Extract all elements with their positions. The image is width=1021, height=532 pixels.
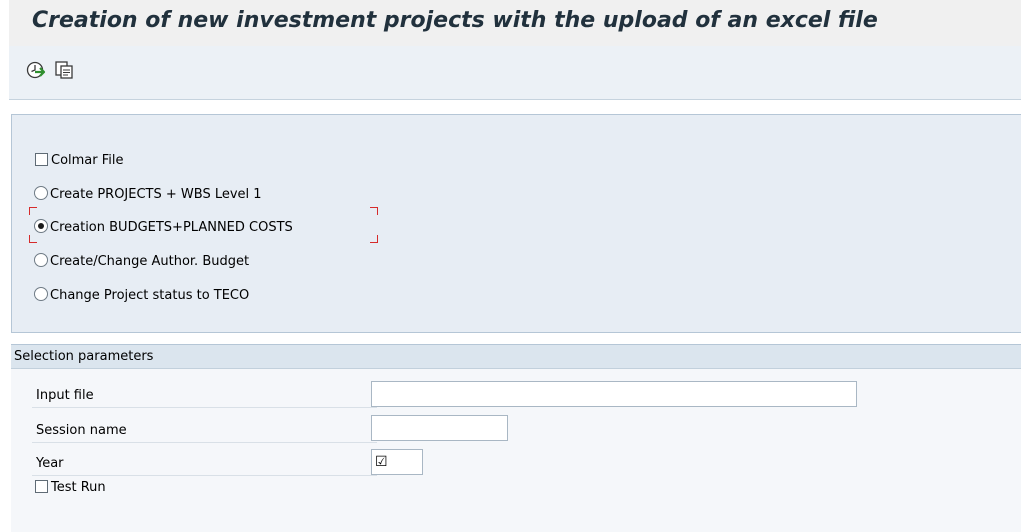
radio-circle-selected[interactable]	[34, 219, 48, 233]
checkbox-box[interactable]	[35, 480, 48, 493]
radio-creation-budgets[interactable]: Creation BUDGETS+PLANNED COSTS	[34, 217, 293, 239]
test-run-label: Test Run	[51, 480, 106, 495]
year-field[interactable]: ☑	[371, 449, 423, 475]
colmar-file-checkbox[interactable]: Colmar File	[35, 150, 124, 172]
radio-label: Change Project status to TECO	[50, 288, 250, 303]
radio-label: Create PROJECTS + WBS Level 1	[50, 187, 262, 202]
copy-variant-icon[interactable]	[53, 59, 75, 81]
focus-corner	[370, 235, 378, 243]
test-run-checkbox[interactable]: Test Run	[35, 475, 106, 501]
application-toolbar	[9, 46, 1021, 100]
radio-create-projects[interactable]: Create PROJECTS + WBS Level 1	[34, 184, 262, 206]
radio-label: Create/Change Author. Budget	[50, 254, 250, 269]
radio-circle[interactable]	[34, 287, 48, 301]
execute-clock-icon[interactable]	[25, 59, 47, 81]
title-bar: Creation of new investment projects with…	[9, 0, 1021, 46]
colmar-file-label: Colmar File	[51, 153, 124, 168]
focus-corner	[370, 207, 378, 215]
selection-parameters-panel: Selection parameters Input file Session …	[11, 344, 1021, 532]
session-name-label: Session name	[32, 419, 377, 443]
checkbox-box[interactable]	[35, 153, 48, 166]
page-title: Creation of new investment projects with…	[32, 8, 878, 33]
radio-label: Creation BUDGETS+PLANNED COSTS	[50, 220, 293, 235]
session-name-field[interactable]	[371, 415, 508, 441]
processing-options-panel: Colmar File Create PROJECTS + WBS Level …	[11, 114, 1021, 333]
radio-change-author-budget[interactable]: Create/Change Author. Budget	[34, 251, 249, 273]
radio-circle[interactable]	[34, 186, 48, 200]
radio-change-status-teco[interactable]: Change Project status to TECO	[34, 285, 249, 307]
input-file-field[interactable]	[371, 381, 857, 407]
focus-corner	[29, 235, 37, 243]
year-label: Year	[32, 452, 377, 476]
section-header: Selection parameters	[11, 345, 1021, 369]
possible-entries-icon[interactable]: ☑	[375, 454, 388, 470]
input-file-label: Input file	[32, 384, 377, 408]
focus-corner	[29, 207, 37, 215]
radio-circle[interactable]	[34, 253, 48, 267]
